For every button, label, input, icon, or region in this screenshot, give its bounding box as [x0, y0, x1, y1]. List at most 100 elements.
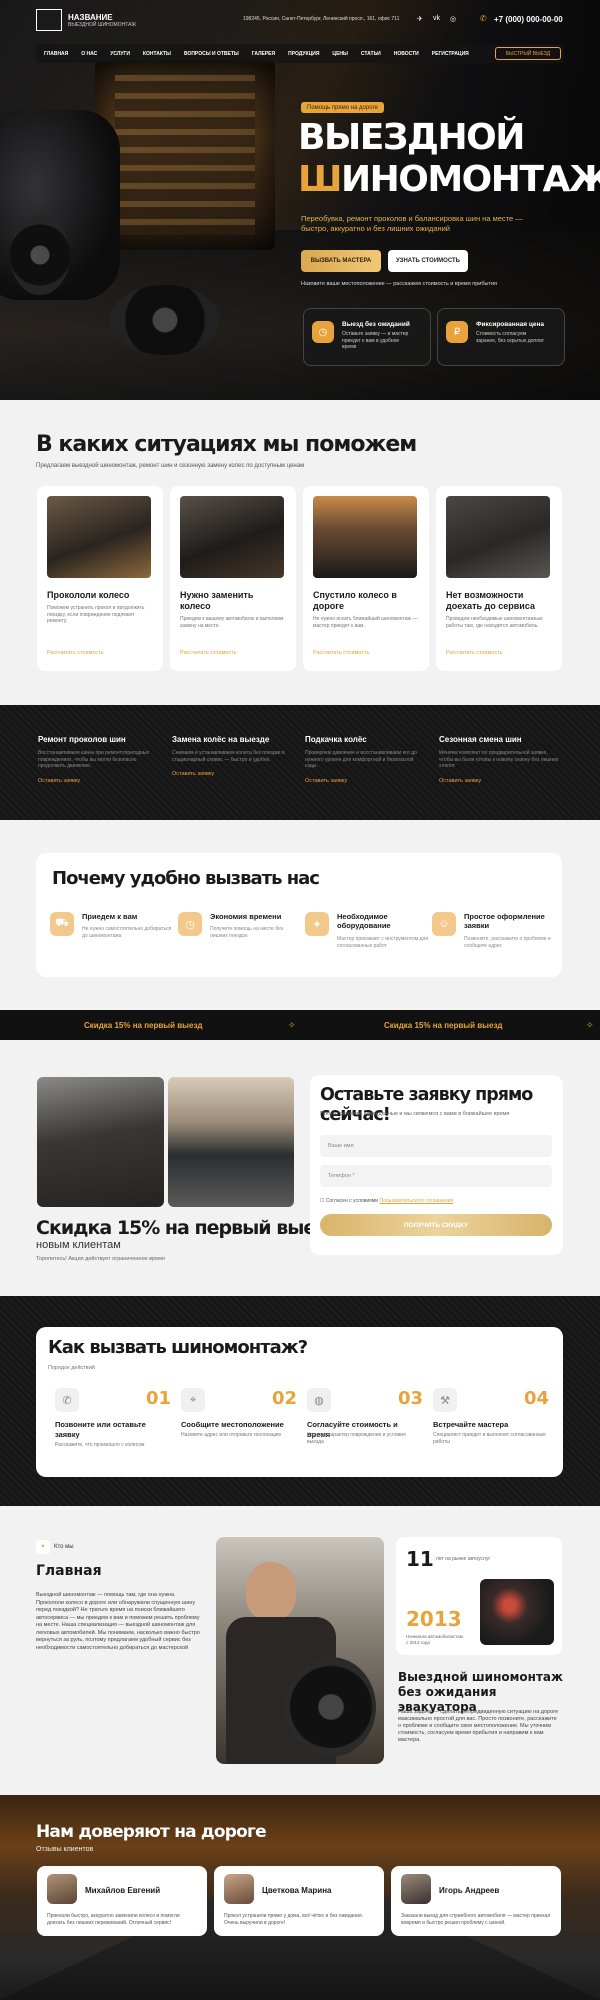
step-item: ⚒ 04 Встречайте мастера Специалист приед…: [433, 1388, 549, 1458]
tag-icon: ₽: [446, 321, 468, 343]
agree-checkbox-row[interactable]: ☐ Согласен с условиями Пользовательского…: [320, 1198, 453, 1204]
situations-title: В каких ситуациях мы поможем: [36, 432, 417, 457]
review-text: Прокол устранили прямо у дома, всё чётко…: [224, 1913, 364, 1926]
hero-card-title: Фиксированная цена: [476, 321, 545, 328]
car-icon: ⛟: [50, 912, 74, 936]
star-icon: ✦: [36, 1540, 50, 1554]
calc-price-link[interactable]: Рассчитать стоимость: [313, 650, 370, 656]
situation-text: Не нужно искать ближайший шиномонтаж — м…: [313, 616, 418, 629]
hero-card-title: Выезд без ожиданий: [342, 321, 410, 328]
service-text: Снимаем и устанавливаем колеса без поезд…: [172, 750, 285, 763]
clock-icon: ◷: [312, 321, 334, 343]
get-discount-button[interactable]: ПОЛУЧИТЬ СКИДКУ: [320, 1214, 552, 1236]
agree-checkbox[interactable]: ☐: [320, 1198, 324, 1204]
situation-image: [313, 496, 417, 578]
logo-icon[interactable]: [36, 9, 62, 31]
nav-item-register[interactable]: РЕГИСТРАЦИЯ: [432, 51, 469, 57]
step-number: 02: [271, 1388, 297, 1409]
logo-text[interactable]: НАЗВАНИЕ ВЫЕЗДНОЙ ШИНОМОНТАЖ: [68, 13, 136, 28]
step-title: Встречайте мастера: [433, 1420, 509, 1429]
nav-item-gallery[interactable]: ГАЛЕРЕЯ: [252, 51, 275, 57]
nav-item-home[interactable]: ГЛАВНАЯ: [44, 51, 68, 57]
why-title: Почему удобно вызвать нас: [52, 868, 320, 889]
situation-title: Прокололи колесо: [47, 590, 130, 600]
step-title: Позвоните или оставьте заявку: [55, 1420, 146, 1439]
max-icon[interactable]: ◎: [450, 15, 456, 23]
hero-card-text: Оставьте заявку — и мастер приедет к вам…: [342, 331, 409, 350]
reviews-title: Нам доверяют на дороге: [36, 1822, 267, 1842]
service-title: Ремонт проколов шин: [38, 735, 126, 744]
main-nav: ГЛАВНАЯ О НАС УСЛУГИ КОНТАКТЫ ВОПРОСЫ И …: [36, 44, 564, 63]
get-price-button[interactable]: УЗНАТЬ СТОИМОСТЬ: [388, 250, 468, 272]
leave-request-link[interactable]: Оставить заявку: [439, 778, 559, 784]
nav-item-about[interactable]: О НАС: [81, 51, 97, 57]
situation-card[interactable]: Прокололи колесо Поможем устранить проко…: [37, 486, 163, 671]
service-title: Подкачка колёс: [305, 735, 367, 744]
telegram-icon[interactable]: ✈: [417, 15, 423, 23]
why-item-title: Необходимое оборудование: [337, 912, 391, 930]
situation-title: Нужно заменить колесо: [180, 590, 254, 611]
calc-price-link[interactable]: Рассчитать стоимость: [47, 650, 104, 656]
review-card: Игорь Андреев Заказали выезд для служебн…: [391, 1866, 561, 1936]
promo-ticker: Скидка 15% на первый выезд ✧ Скидка 15% …: [0, 1010, 600, 1040]
step-number: 03: [397, 1388, 423, 1409]
step-text: Уточним характер повреждения и условия в…: [307, 1432, 406, 1445]
wrench-icon: ⚒: [433, 1388, 457, 1412]
why-item-text: Не нужно самостоятельно добираться до ши…: [82, 926, 172, 939]
leave-request-link[interactable]: Оставить заявку: [172, 771, 292, 777]
why-item-title: Приедем к вам: [82, 912, 138, 921]
service-text: Проверяем давление и восстанавливаем его…: [305, 750, 417, 769]
situation-card[interactable]: Нет возможности доехать до сервиса Прове…: [436, 486, 562, 671]
service-title: Замена колёс на выезде: [172, 735, 270, 744]
leave-request-link[interactable]: Оставить заявку: [38, 778, 158, 784]
step-text: Расскажите, что произошло с колесом: [55, 1442, 145, 1448]
steps-title: Как вызвать шиномонтаж?: [48, 1337, 308, 1358]
situation-image: [47, 496, 151, 578]
experience-card: 11 лет на рынке автоуслуг 2013 Начинали …: [396, 1537, 562, 1655]
promo-note: Торопитесь! Акция действует ограниченное…: [36, 1256, 165, 1262]
step-text: Назовите адрес или отправьте геолокацию: [181, 1432, 282, 1438]
situation-card[interactable]: Спустило колесо в дороге Не нужно искать…: [303, 486, 429, 671]
hero-card-text: Стоимость согласуем заранее, без скрытых…: [476, 331, 545, 344]
location-pin-image: [480, 1579, 554, 1645]
hero-card-fixed-price: ₽ Фиксированная цена Стоимость согласуем…: [437, 308, 565, 366]
calc-price-link[interactable]: Рассчитать стоимость: [446, 650, 503, 656]
hero-note: Назовите ваше местоположение — расскажем…: [301, 281, 497, 287]
review-text: Приехали быстро, аккуратно заменили коле…: [47, 1913, 180, 1926]
name-input[interactable]: Ваше имя: [320, 1135, 552, 1157]
nav-item-services[interactable]: УСЛУГИ: [110, 51, 130, 57]
nav-item-products[interactable]: ПРОДУКЦИЯ: [288, 51, 319, 57]
years-number: 11: [406, 1547, 434, 1571]
avatar: [224, 1874, 254, 1904]
nav-item-news[interactable]: НОВОСТИ: [394, 51, 419, 57]
why-item-text: Позвоните, расскажите о проблеме и сообщ…: [464, 936, 551, 949]
situation-title: Нет возможности доехать до сервиса: [446, 590, 535, 611]
service-item: Ремонт проколов шин Восстанавливаем шины…: [38, 735, 158, 784]
header-phone[interactable]: +7 (000) 000-00-00: [494, 15, 563, 24]
fast-call-button[interactable]: БЫСТРЫЙ ВЫЕЗД: [495, 47, 561, 60]
about-text-2: Наша задача — сделать непредвиденную сит…: [398, 1709, 559, 1743]
step-number: 01: [145, 1388, 171, 1409]
nav-item-articles[interactable]: СТАТЬИ: [361, 51, 381, 57]
call-master-button[interactable]: ВЫЗВАТЬ МАСТЕРА: [301, 250, 381, 272]
service-text: Восстанавливаем шины при ремонтопригодны…: [38, 750, 150, 769]
calc-price-link[interactable]: Рассчитать стоимость: [180, 650, 237, 656]
about-text: Выездной шиномонтаж — помощь там, где он…: [36, 1592, 200, 1651]
situation-card[interactable]: Нужно заменить колесо Приедем к вашему а…: [170, 486, 296, 671]
vk-icon[interactable]: vk: [433, 15, 440, 22]
location-icon: ⌖: [181, 1388, 205, 1412]
form-subtitle: Просто оставьте ваши данные и мы свяжемс…: [320, 1111, 510, 1117]
hero-title: ВЫЕЗДНОЙ ШИНОМОНТАЖ: [298, 117, 600, 201]
nav-item-contacts[interactable]: КОНТАКТЫ: [143, 51, 171, 57]
nav-item-faq[interactable]: ВОПРОСЫ И ОТВЕТЫ: [184, 51, 239, 57]
terms-link[interactable]: Пользовательского соглашения: [379, 1198, 453, 1204]
hero-title-accent-letter: Ш: [298, 159, 342, 200]
why-item-title: Простое оформление заявки: [464, 912, 545, 930]
nav-item-prices[interactable]: ЦЕНЫ: [332, 51, 348, 57]
hero-section: НАЗВАНИЕ ВЫЕЗДНОЙ ШИНОМОНТАЖ 198245, Рос…: [0, 0, 600, 400]
leave-request-link[interactable]: Оставить заявку: [305, 778, 425, 784]
review-author: Цветкова Марина: [262, 1886, 332, 1895]
promo-image-master: [37, 1077, 164, 1207]
phone-input[interactable]: Телефон *: [320, 1165, 552, 1187]
hero-title-line1: ВЫЕЗДНОЙ: [298, 117, 525, 158]
